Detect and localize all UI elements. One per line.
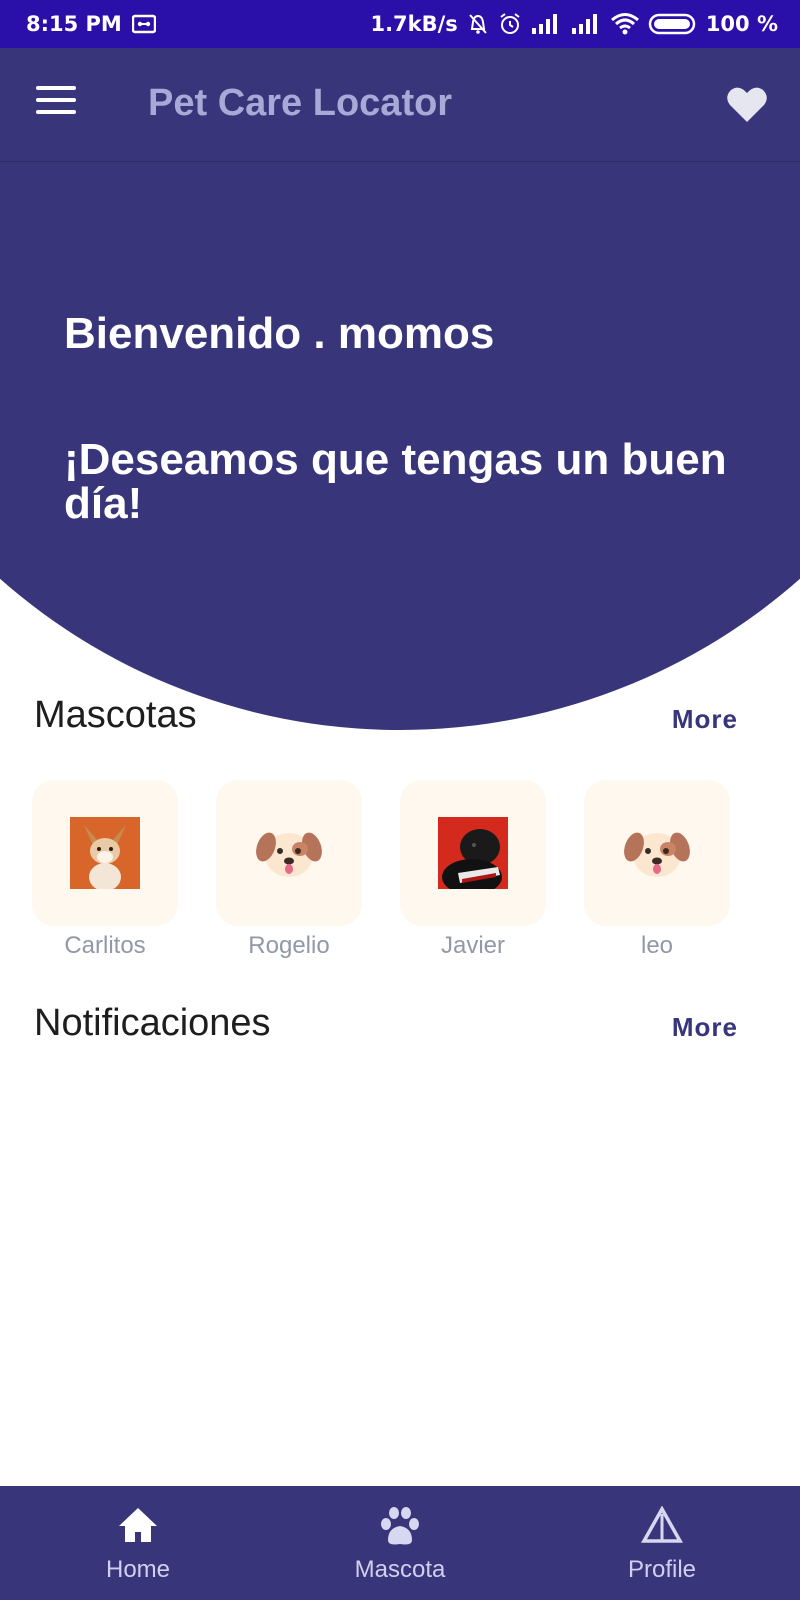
bell-off-icon bbox=[466, 12, 490, 36]
pet-item[interactable]: leo bbox=[584, 780, 730, 960]
app-title: Pet Care Locator bbox=[148, 82, 453, 124]
app-bar: Pet Care Locator bbox=[0, 48, 800, 162]
pet-name: leo bbox=[640, 932, 674, 959]
nav-profile-label: Profile bbox=[627, 1556, 697, 1583]
pets-more-link[interactable]: More bbox=[672, 704, 738, 735]
triangle-warning-icon bbox=[641, 1505, 683, 1549]
alarm-icon bbox=[498, 12, 522, 36]
dog-face-icon bbox=[624, 832, 690, 877]
pets-list: Carlitos Rogelio Javier leo bbox=[32, 780, 752, 960]
battery-level: 100 % bbox=[705, 12, 778, 36]
notifications-more-link[interactable]: More bbox=[672, 1012, 738, 1043]
pet-card[interactable] bbox=[32, 780, 178, 926]
battery-icon bbox=[648, 12, 698, 36]
nav-home[interactable]: Home bbox=[48, 1486, 228, 1600]
pet-item[interactable]: Carlitos bbox=[32, 780, 178, 960]
pet-card[interactable] bbox=[216, 780, 362, 926]
wifi-icon bbox=[610, 12, 640, 36]
corgi-photo bbox=[70, 817, 140, 889]
paw-icon bbox=[378, 1506, 422, 1553]
welcome-banner: Bienvenido . momos ¡Deseamos que tengas … bbox=[0, 162, 800, 730]
dog-face-icon bbox=[256, 832, 322, 877]
signal-icon bbox=[530, 13, 562, 35]
status-time: 8:15 PM bbox=[26, 12, 122, 36]
notifications-section-title: Notificaciones bbox=[34, 1002, 271, 1044]
hamburger-menu-icon[interactable] bbox=[36, 86, 76, 120]
nav-mascota[interactable]: Mascota bbox=[310, 1486, 490, 1600]
pet-item[interactable]: Javier bbox=[400, 780, 546, 960]
signal-icon-2 bbox=[570, 13, 602, 35]
nav-profile[interactable]: Profile bbox=[572, 1486, 752, 1600]
pet-card[interactable] bbox=[584, 780, 730, 926]
welcome-text: Bienvenido . momos bbox=[64, 309, 495, 358]
wish-text: ¡Deseamos que tengas un buen día! bbox=[64, 435, 727, 528]
network-speed: 1.7kB/s bbox=[370, 12, 458, 36]
heart-icon[interactable] bbox=[726, 84, 768, 124]
pug-photo bbox=[438, 817, 508, 889]
pet-item[interactable]: Rogelio bbox=[216, 780, 362, 960]
pet-name: Rogelio bbox=[248, 932, 330, 959]
pets-section-title: Mascotas bbox=[34, 694, 197, 736]
home-icon bbox=[117, 1506, 159, 1549]
voicemail-icon bbox=[131, 14, 156, 34]
bottom-navigation: Home Mascota Profile bbox=[0, 1486, 800, 1600]
pet-name: Javier bbox=[440, 932, 506, 959]
nav-mascota-label: Mascota bbox=[354, 1556, 446, 1583]
nav-home-label: Home bbox=[105, 1556, 171, 1583]
status-bar: 8:15 PM 1.7kB/s 100 % bbox=[0, 0, 800, 48]
pet-name: Carlitos bbox=[64, 932, 146, 959]
pet-card[interactable] bbox=[400, 780, 546, 926]
